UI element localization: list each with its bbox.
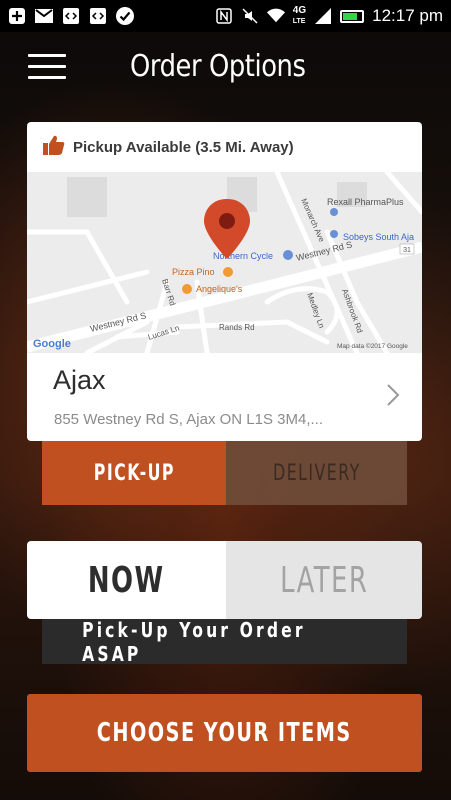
- signal-icon: [314, 8, 332, 24]
- now-option[interactable]: NOW: [27, 541, 226, 619]
- delivery-option[interactable]: DELIVERY: [226, 441, 407, 505]
- page-title: Order Options: [130, 49, 306, 84]
- pickup-label: PICK-UP: [93, 460, 175, 486]
- wifi-icon: [266, 8, 285, 24]
- map-label-pizza-pino: Pizza Pino: [172, 267, 215, 277]
- shop-marker-icon: [330, 208, 338, 216]
- code-icon: [62, 8, 80, 24]
- map-attribution: Map data ©2017 Google: [337, 342, 408, 350]
- choose-items-button[interactable]: CHOOSE YOUR ITEMS: [27, 694, 422, 772]
- chevron-right-icon: [386, 383, 400, 412]
- order-method-toggle: PICK-UP DELIVERY: [42, 441, 407, 505]
- pickup-option[interactable]: PICK-UP: [42, 441, 226, 505]
- restaurant-marker-icon: [223, 267, 233, 277]
- map-label-rands: Rands Rd: [219, 323, 255, 332]
- map-label-angeliques: Angelique's: [196, 284, 243, 294]
- store-selector[interactable]: Ajax 855 Westney Rd S, Ajax ON L1S 3M4,.…: [27, 353, 422, 441]
- asap-message-banner: Pick-Up Your Order ASAP: [42, 617, 407, 666]
- map-label-sobeys: Sobeys South Aja: [343, 232, 414, 242]
- code-icon: [89, 8, 107, 24]
- app-header: Order Options: [0, 32, 451, 104]
- route-label: 31: [403, 247, 411, 254]
- later-label: LATER: [279, 559, 369, 601]
- clock: 12:17 pm: [372, 6, 443, 25]
- map-label-rexall: Rexall PharmaPlus: [327, 197, 404, 207]
- later-option[interactable]: LATER: [226, 541, 422, 619]
- order-timing-toggle: NOW LATER: [27, 541, 422, 619]
- hamburger-menu-icon[interactable]: [28, 54, 66, 82]
- store-name: Ajax: [53, 365, 106, 395]
- gmail-icon: [35, 8, 53, 24]
- network-type: 4G: [292, 4, 307, 16]
- delivery-label: DELIVERY: [272, 460, 361, 486]
- add-icon: [8, 8, 26, 24]
- store-map[interactable]: 31 Rexall PharmaPlus Sobeys South Aja No…: [27, 169, 422, 356]
- nfc-icon: [215, 8, 233, 24]
- thumbs-up-icon: [43, 135, 65, 160]
- now-label: NOW: [88, 559, 165, 601]
- network-subtype: LTE: [292, 17, 306, 25]
- asap-message: Pick-Up Your Order ASAP: [82, 617, 306, 666]
- google-logo: Google: [33, 338, 71, 350]
- mute-icon: [241, 8, 259, 24]
- status-bar: 4G LTE 12:17 pm: [0, 0, 451, 32]
- choose-items-label: CHOOSE YOUR ITEMS: [97, 718, 352, 748]
- store-address: 855 Westney Rd S, Ajax ON L1S 3M4,...: [54, 411, 324, 428]
- pickup-availability: Pickup Available (3.5 Mi. Away): [27, 122, 422, 172]
- restaurant-marker-icon: [182, 284, 192, 294]
- check-icon: [116, 7, 134, 25]
- location-card: Pickup Available (3.5 Mi. Away) 31 Rexal…: [27, 122, 422, 441]
- shop-marker-icon: [283, 250, 293, 260]
- battery-icon: [340, 9, 365, 23]
- shop-marker-icon: [330, 230, 338, 238]
- availability-text: Pickup Available (3.5 Mi. Away): [73, 138, 294, 156]
